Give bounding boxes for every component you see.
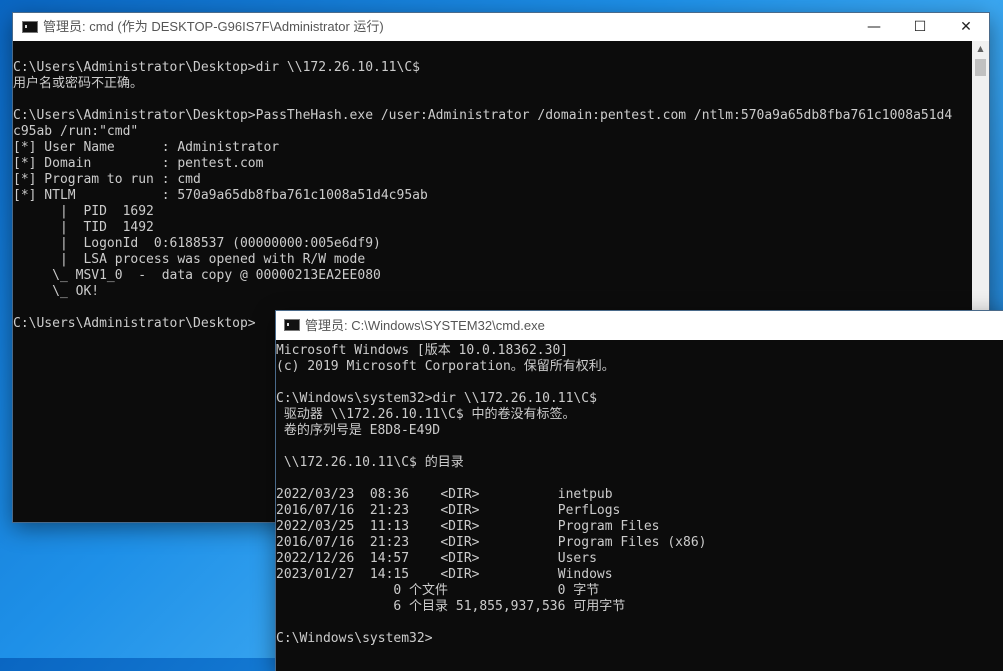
console-line: \_ MSV1_0 - data copy @ 00000213EA2EE080 bbox=[13, 268, 381, 283]
title-bar[interactable]: 管理员: cmd (作为 DESKTOP-G96IS7F\Administrat… bbox=[13, 13, 989, 41]
console-line: C:\Users\Administrator\Desktop>dir \\172… bbox=[13, 60, 420, 75]
minimize-button[interactable]: — bbox=[851, 13, 897, 41]
console-line: [*] User Name : Administrator bbox=[13, 140, 280, 155]
maximize-button[interactable]: ☐ bbox=[897, 13, 943, 41]
console-line: | LSA process was opened with R/W mode bbox=[13, 252, 366, 267]
console-line: | LogonId 0:6188537 (00000000:005e6df9) bbox=[13, 236, 381, 251]
window-title: 管理员: C:\Windows\SYSTEM32\cmd.exe bbox=[305, 318, 545, 333]
console-line: | TID 1492 bbox=[13, 220, 154, 235]
scroll-up-arrow-icon[interactable]: ▲ bbox=[972, 41, 989, 57]
scrollbar-thumb[interactable] bbox=[975, 59, 986, 76]
console-line: 2022/12/26 14:57 <DIR> Users bbox=[276, 551, 597, 566]
console-line: 2016/07/16 21:23 <DIR> Program Files (x8… bbox=[276, 535, 707, 550]
title-bar[interactable]: 管理员: C:\Windows\SYSTEM32\cmd.exe bbox=[276, 311, 1003, 340]
cmd-icon bbox=[22, 21, 38, 33]
console-line: 0 个文件 0 字节 bbox=[276, 583, 600, 598]
console-line: 2023/01/27 14:15 <DIR> Windows bbox=[276, 567, 613, 582]
console-output[interactable]: Microsoft Windows [版本 10.0.18362.30] (c) … bbox=[276, 343, 1003, 658]
console-line: | PID 1692 bbox=[13, 204, 154, 219]
cmd-icon bbox=[284, 319, 300, 331]
console-line: 6 个目录 51,855,937,536 可用字节 bbox=[276, 599, 626, 614]
console-line: [*] NTLM : 570a9a65db8fba761c1008a51d4c9… bbox=[13, 188, 428, 203]
console-line: [*] Domain : pentest.com bbox=[13, 156, 264, 171]
console-line: (c) 2019 Microsoft Corporation。保留所有权利。 bbox=[276, 359, 615, 374]
console-line: 2022/03/25 11:13 <DIR> Program Files bbox=[276, 519, 660, 534]
console-line: Microsoft Windows [版本 10.0.18362.30] bbox=[276, 343, 569, 358]
console-line: [*] Program to run : cmd bbox=[13, 172, 201, 187]
console-line: 2016/07/16 21:23 <DIR> PerfLogs bbox=[276, 503, 621, 518]
console-line: 驱动器 \\172.26.10.11\C$ 中的卷没有标签。 bbox=[276, 407, 576, 422]
console-line: \_ OK! bbox=[13, 284, 100, 299]
console-line: \\172.26.10.11\C$ 的目录 bbox=[276, 455, 464, 470]
window-title: 管理员: cmd (作为 DESKTOP-G96IS7F\Administrat… bbox=[43, 19, 384, 34]
console-line: C:\Windows\system32> bbox=[276, 631, 433, 646]
console-line: 2022/03/23 08:36 <DIR> inetpub bbox=[276, 487, 613, 502]
cmd-window-foreground[interactable]: 管理员: C:\Windows\SYSTEM32\cmd.exe Microso… bbox=[276, 311, 1003, 671]
console-line: C:\Windows\system32>dir \\172.26.10.11\C… bbox=[276, 391, 597, 406]
close-button[interactable]: ✕ bbox=[943, 13, 989, 41]
console-line: 用户名或密码不正确。 bbox=[13, 76, 144, 91]
console-line: c95ab /run:"cmd" bbox=[13, 124, 139, 139]
console-line: 卷的序列号是 E8D8-E49D bbox=[276, 423, 441, 438]
console-line: C:\Users\Administrator\Desktop>PassTheHa… bbox=[13, 108, 953, 123]
